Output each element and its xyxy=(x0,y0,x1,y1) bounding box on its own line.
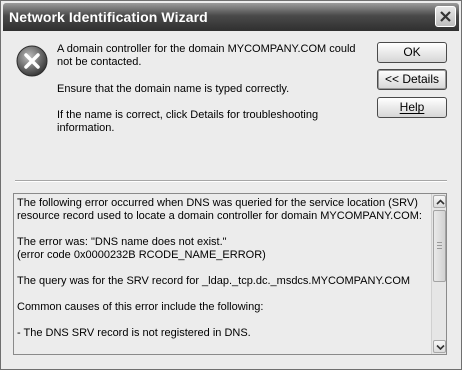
chevron-down-icon xyxy=(436,344,445,350)
vertical-scrollbar[interactable] xyxy=(431,194,446,354)
separator xyxy=(15,180,447,182)
close-icon xyxy=(440,11,451,22)
help-button[interactable]: Help xyxy=(377,97,447,118)
details-paragraph: (error code 0x0000232B RCODE_NAME_ERROR) xyxy=(17,249,266,261)
error-icon xyxy=(16,45,48,77)
error-message: A domain controller for the domain MYCOM… xyxy=(57,43,356,68)
hint-message: Ensure that the domain name is typed cor… xyxy=(57,83,290,95)
wizard-window: Network Identification Wizard A domain c… xyxy=(0,0,462,370)
details-hint-message: If the name is correct, click Details fo… xyxy=(57,109,319,134)
scroll-thumb[interactable] xyxy=(433,210,446,282)
help-button-label: Help xyxy=(399,100,425,114)
dialog-body: A domain controller for the domain MYCOM… xyxy=(4,32,458,366)
details-paragraph: Common causes of this error include the … xyxy=(17,301,264,313)
title-bar[interactable]: Network Identification Wizard xyxy=(3,3,459,31)
ok-button[interactable]: OK xyxy=(377,42,447,63)
window-title: Network Identification Wizard xyxy=(9,9,208,25)
scroll-down-button[interactable] xyxy=(433,340,446,353)
details-paragraph: The error was: "DNS name does not exist.… xyxy=(17,236,227,248)
details-paragraph: The following error occurred when DNS wa… xyxy=(17,197,422,222)
details-paragraph: - The DNS SRV record is not registered i… xyxy=(17,327,251,339)
scroll-up-button[interactable] xyxy=(433,195,446,208)
chevron-up-icon xyxy=(436,199,445,205)
details-paragraph: The query was for the SRV record for _ld… xyxy=(17,275,411,287)
details-textbox[interactable]: The following error occurred when DNS wa… xyxy=(13,193,447,355)
details-button[interactable]: << Details xyxy=(377,69,447,90)
details-text: The following error occurred when DNS wa… xyxy=(17,197,425,340)
close-button[interactable] xyxy=(435,6,456,27)
